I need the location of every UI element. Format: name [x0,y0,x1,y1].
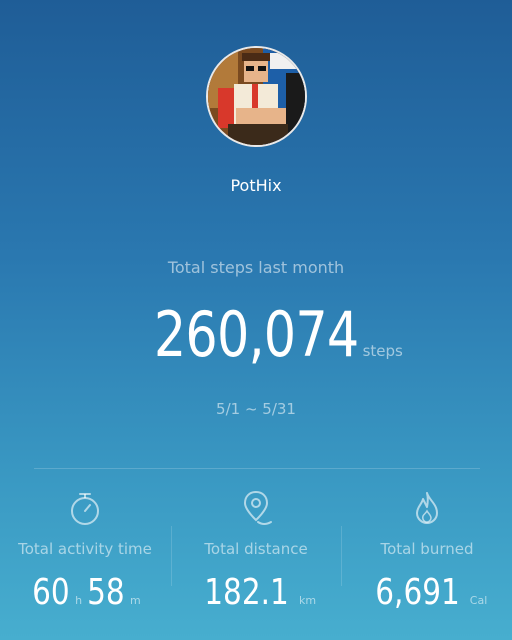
total-steps-value: 260,074 [154,298,359,371]
avatar[interactable] [206,46,307,147]
burned-value-row: 6,691 Cal [342,572,512,613]
activity-time-label: Total activity time [18,540,152,558]
distance-unit: km [298,594,317,607]
divider [34,468,480,469]
username: PotHix [230,176,282,195]
burned-unit: Cal [469,594,488,607]
distance-value-row: 182.1 km [171,572,341,613]
distance-value: 182.1 [204,572,289,613]
hours-unit: h [75,594,83,607]
activity-minutes: 58 [87,572,125,613]
stat-activity-time[interactable]: Total activity time 60 h 58 m [0,488,170,640]
activity-time-value: 60 h 58 m [0,572,170,613]
activity-hours: 60 [32,572,71,613]
total-steps-label: Total steps last month [167,258,345,277]
flame-icon [407,488,447,528]
stopwatch-icon [65,488,105,528]
burned-value: 6,691 [374,572,460,613]
location-pin-icon [236,488,276,528]
avatar-image [208,48,305,145]
stat-distance[interactable]: Total distance 182.1 km [171,488,341,640]
burned-label: Total burned [380,540,474,558]
steps-unit: steps [362,342,403,360]
stat-burned[interactable]: Total burned 6,691 Cal [342,488,512,640]
distance-label: Total distance [204,540,308,558]
date-range: 5/1 ~ 5/31 [216,400,296,418]
minutes-unit: m [129,594,141,607]
total-steps-display: 260,074 steps [0,298,512,371]
